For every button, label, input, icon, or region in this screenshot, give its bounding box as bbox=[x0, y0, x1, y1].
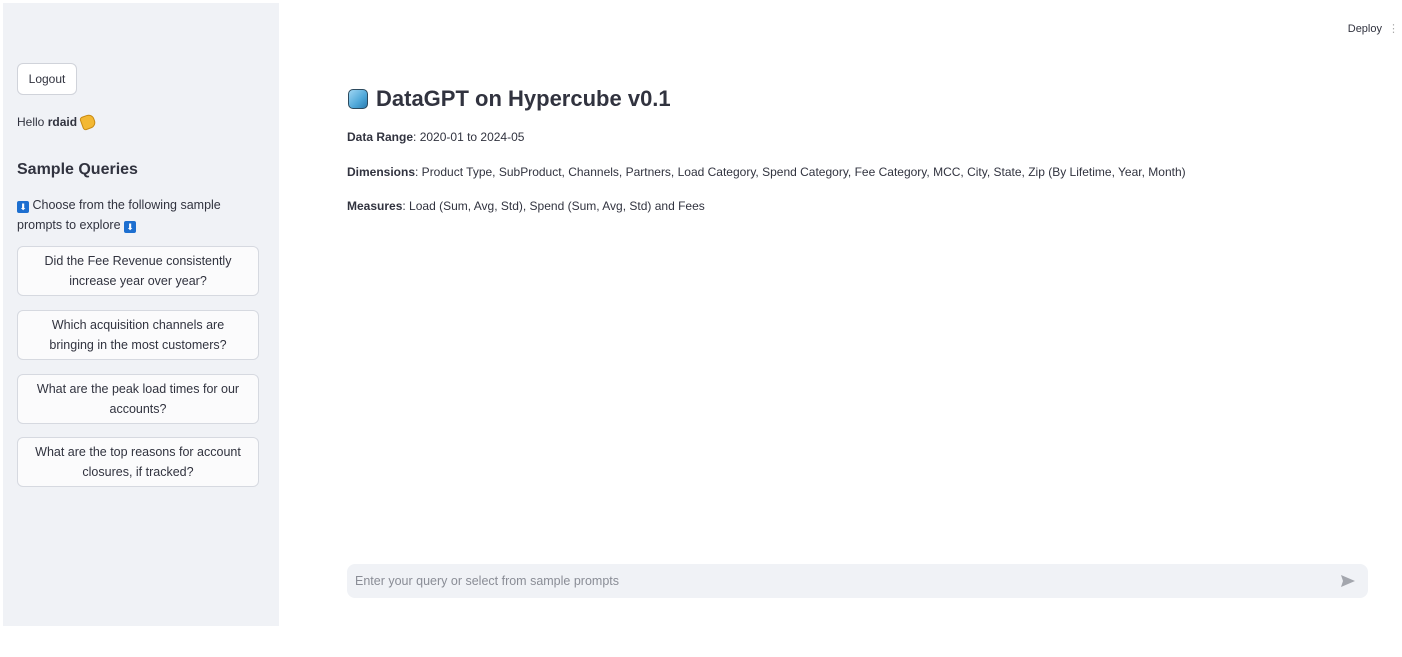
dimensions-line: Dimensions: Product Type, SubProduct, Ch… bbox=[347, 165, 1186, 179]
down-arrow-icon: ⬇ bbox=[17, 201, 29, 213]
chat-input-container bbox=[347, 564, 1368, 598]
deploy-button[interactable]: Deploy bbox=[1348, 23, 1382, 35]
greeting: Hello rdaid bbox=[17, 113, 98, 131]
data-range-label: Data Range bbox=[347, 130, 414, 144]
sample-prompt-button-peak-load[interactable]: What are the peak load times for our acc… bbox=[17, 374, 259, 424]
measures-value: : Load (Sum, Avg, Std), Spend (Sum, Avg,… bbox=[402, 199, 705, 213]
send-icon[interactable] bbox=[1340, 573, 1356, 589]
greeting-prefix: Hello bbox=[17, 115, 48, 129]
sample-prompt-label: What are the top reasons for account clo… bbox=[35, 445, 241, 479]
sample-prompt-label: What are the peak load times for our acc… bbox=[36, 382, 240, 416]
page-title: DataGPT on Hypercube v0.1 bbox=[348, 86, 671, 112]
main-menu-icon[interactable]: ⋮ bbox=[1388, 22, 1399, 35]
data-range-line: Data Range: 2020-01 to 2024-05 bbox=[347, 130, 524, 144]
username: rdaid bbox=[47, 115, 78, 129]
dimensions-label: Dimensions bbox=[347, 165, 416, 179]
measures-line: Measures: Load (Sum, Avg, Std), Spend (S… bbox=[347, 199, 705, 213]
sample-queries-instruction: ⬇ Choose from the following sample promp… bbox=[17, 195, 257, 235]
logout-label: Logout bbox=[28, 72, 66, 86]
query-input[interactable] bbox=[347, 574, 1340, 588]
sample-prompt-button-acquisition-channels[interactable]: Which acquisition channels are bringing … bbox=[17, 310, 259, 360]
sample-prompt-button-account-closures[interactable]: What are the top reasons for account clo… bbox=[17, 437, 259, 487]
dimensions-value: : Product Type, SubProduct, Channels, Pa… bbox=[415, 165, 1186, 179]
sample-prompt-label: Did the Fee Revenue consistently increas… bbox=[44, 254, 232, 288]
cube-icon bbox=[348, 89, 368, 109]
down-arrow-icon: ⬇ bbox=[124, 221, 136, 233]
logout-button[interactable]: Logout bbox=[17, 63, 77, 95]
sample-queries-heading: Sample Queries bbox=[17, 161, 138, 178]
measures-label: Measures bbox=[347, 199, 403, 213]
data-range-value: : 2020-01 to 2024-05 bbox=[413, 130, 525, 144]
page-title-text: DataGPT on Hypercube v0.1 bbox=[376, 86, 671, 111]
waving-hand-icon bbox=[79, 113, 98, 131]
sidebar: Logout Hello rdaid Sample Queries ⬇ Choo… bbox=[3, 3, 279, 626]
sample-prompt-button-fee-revenue[interactable]: Did the Fee Revenue consistently increas… bbox=[17, 246, 259, 296]
sample-prompt-label: Which acquisition channels are bringing … bbox=[49, 318, 227, 352]
instruction-text: Choose from the following sample prompts… bbox=[17, 198, 221, 232]
